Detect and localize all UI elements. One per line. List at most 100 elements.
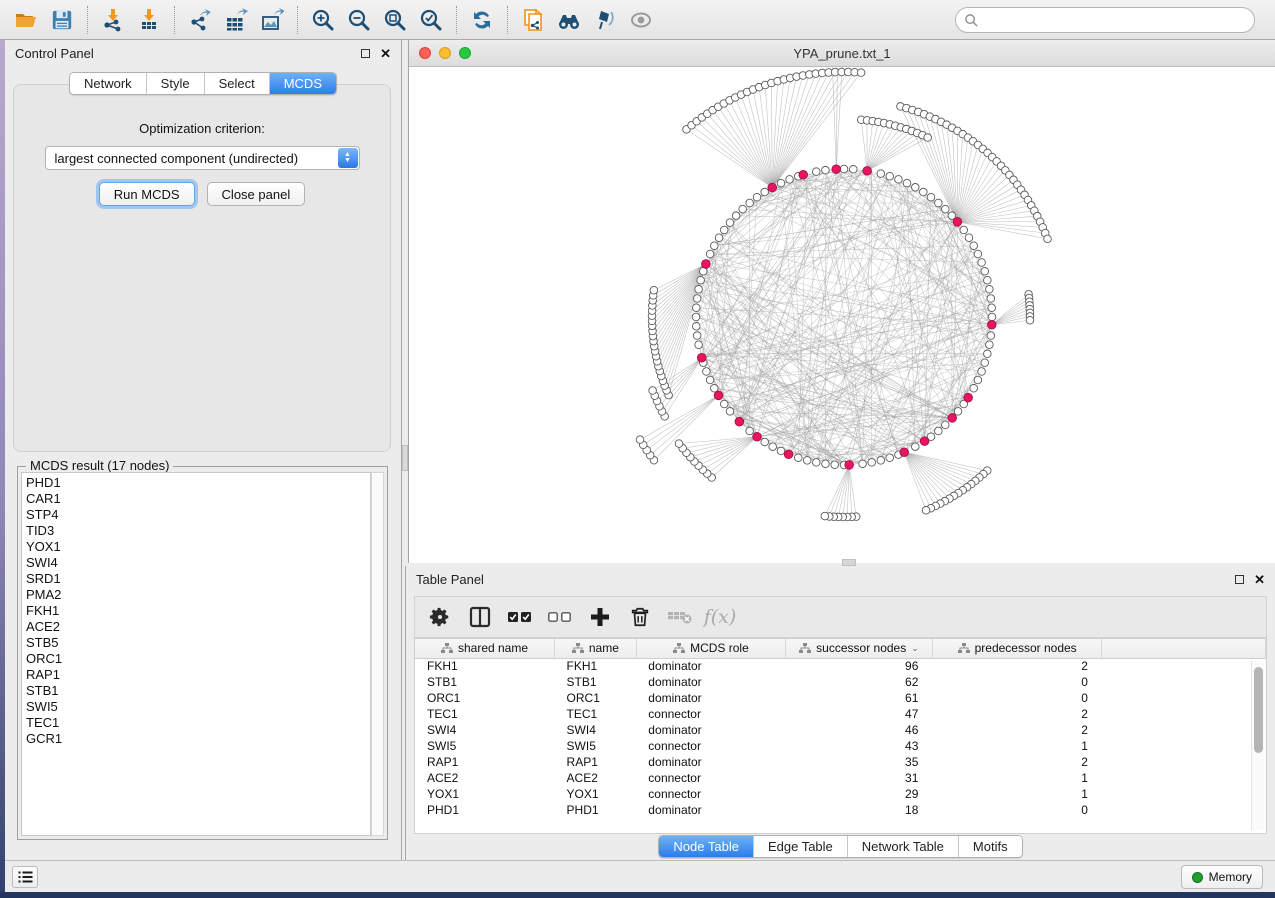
network-node[interactable] [935, 199, 943, 207]
network-node[interactable] [970, 242, 978, 250]
column-header-shared-name[interactable]: shared name [415, 639, 555, 658]
cell-mcds_role[interactable]: connector [636, 706, 785, 722]
table-scrollbar-thumb[interactable] [1254, 667, 1263, 753]
cell-name[interactable]: TEC1 [555, 706, 637, 722]
mcds-dominator-node[interactable] [832, 165, 841, 174]
network-node[interactable] [981, 267, 989, 275]
run-mcds-button[interactable]: Run MCDS [99, 182, 195, 206]
cell-predecessor[interactable]: 0 [932, 802, 1102, 818]
mcds-dominator-node[interactable] [753, 432, 762, 441]
cell-predecessor[interactable]: 2 [932, 706, 1102, 722]
cell-shared_name[interactable]: FKH1 [415, 658, 555, 674]
mcds-result-item[interactable]: ACE2 [26, 619, 370, 635]
network-node[interactable] [1026, 316, 1034, 324]
splitter-grip[interactable] [842, 559, 856, 566]
show-hide-button[interactable] [623, 4, 659, 36]
save-session-button[interactable] [44, 4, 80, 36]
network-node[interactable] [761, 188, 769, 196]
network-node[interactable] [859, 460, 867, 468]
table-row[interactable]: STB1STB1dominator620 [415, 674, 1266, 690]
zoom-selected-button[interactable] [413, 4, 449, 36]
network-node[interactable] [650, 286, 658, 294]
network-node[interactable] [726, 219, 734, 227]
close-panel-button[interactable]: Close panel [207, 182, 306, 206]
column-header-successor-nodes[interactable]: successor nodes⌄ [786, 639, 933, 658]
mcds-result-item[interactable]: STB1 [26, 683, 370, 699]
network-node[interactable] [857, 69, 865, 77]
float-window-icon[interactable] [1235, 575, 1244, 584]
mcds-dominator-node[interactable] [964, 393, 973, 402]
table-row[interactable]: RAP1RAP1dominator352 [415, 754, 1266, 770]
cell-mcds_role[interactable]: dominator [636, 674, 785, 690]
result-list-scrollbar[interactable] [371, 472, 384, 836]
network-graph[interactable] [409, 67, 1275, 563]
network-node[interactable] [761, 438, 769, 446]
cell-predecessor[interactable]: 2 [932, 754, 1102, 770]
cell-shared_name[interactable]: STB1 [415, 674, 555, 690]
network-node[interactable] [974, 376, 982, 384]
network-node[interactable] [777, 447, 785, 455]
mcds-result-item[interactable]: SWI4 [26, 555, 370, 571]
memory-button[interactable]: Memory [1181, 865, 1263, 889]
mcds-dominator-node[interactable] [735, 417, 744, 426]
mcds-result-item[interactable]: SWI5 [26, 699, 370, 715]
network-node[interactable] [715, 234, 723, 242]
network-node[interactable] [753, 193, 761, 201]
mcds-result-item[interactable]: FKH1 [26, 603, 370, 619]
network-node[interactable] [942, 205, 950, 213]
network-node[interactable] [786, 176, 794, 184]
network-node[interactable] [984, 350, 992, 358]
network-node[interactable] [794, 454, 802, 462]
network-node[interactable] [988, 304, 996, 312]
tab-network-table[interactable]: Network Table [848, 836, 959, 857]
zoom-fit-button[interactable] [377, 4, 413, 36]
network-node[interactable] [692, 322, 700, 330]
table-row[interactable]: ORC1ORC1dominator610 [415, 690, 1266, 706]
network-node[interactable] [636, 436, 644, 444]
network-node[interactable] [769, 443, 777, 451]
column-header-MCDS-role[interactable]: MCDS role [636, 639, 785, 658]
cell-name[interactable]: ACE2 [555, 770, 637, 786]
network-node[interactable] [942, 421, 950, 429]
tab-style[interactable]: Style [147, 73, 205, 94]
settings-gear-icon[interactable] [425, 602, 455, 632]
table-row[interactable]: PHD1PHD1dominator180 [415, 802, 1266, 818]
network-node[interactable] [987, 332, 995, 340]
delete-column-icon[interactable] [625, 602, 655, 632]
open-session-button[interactable] [8, 4, 44, 36]
table-row[interactable]: SWI4SWI4dominator462 [415, 722, 1266, 738]
mcds-dominator-node[interactable] [784, 450, 793, 459]
select-all-icon[interactable] [505, 602, 535, 632]
mcds-result-item[interactable]: ORC1 [26, 651, 370, 667]
mcds-result-item[interactable]: STP4 [26, 507, 370, 523]
network-node[interactable] [868, 459, 876, 467]
cell-name[interactable]: PHD1 [555, 802, 637, 818]
network-node[interactable] [954, 408, 962, 416]
close-icon[interactable]: ✕ [1254, 573, 1265, 586]
cell-predecessor[interactable]: 0 [932, 690, 1102, 706]
network-node[interactable] [960, 226, 968, 234]
cell-successor[interactable]: 47 [786, 706, 933, 722]
cell-name[interactable]: FKH1 [555, 658, 637, 674]
mcds-dominator-node[interactable] [697, 353, 706, 362]
mcds-result-item[interactable]: CAR1 [26, 491, 370, 507]
cell-shared_name[interactable]: TEC1 [415, 706, 555, 722]
network-node[interactable] [711, 242, 719, 250]
cell-shared_name[interactable]: RAP1 [415, 754, 555, 770]
cell-name[interactable]: SWI4 [555, 722, 637, 738]
network-node[interactable] [675, 440, 683, 448]
copy-network-button[interactable] [515, 4, 551, 36]
column-header-predecessor-nodes[interactable]: predecessor nodes [932, 639, 1102, 658]
table-scrollbar[interactable] [1251, 661, 1264, 831]
network-node[interactable] [746, 427, 754, 435]
cell-successor[interactable]: 61 [786, 690, 933, 706]
network-node[interactable] [812, 168, 820, 176]
cell-name[interactable]: STB1 [555, 674, 637, 690]
column-header-name[interactable]: name [555, 639, 637, 658]
cell-mcds_role[interactable]: dominator [636, 690, 785, 706]
network-node[interactable] [849, 165, 857, 173]
float-window-icon[interactable] [361, 49, 370, 58]
network-node[interactable] [803, 457, 811, 465]
cell-predecessor[interactable]: 2 [932, 722, 1102, 738]
network-node[interactable] [693, 332, 701, 340]
